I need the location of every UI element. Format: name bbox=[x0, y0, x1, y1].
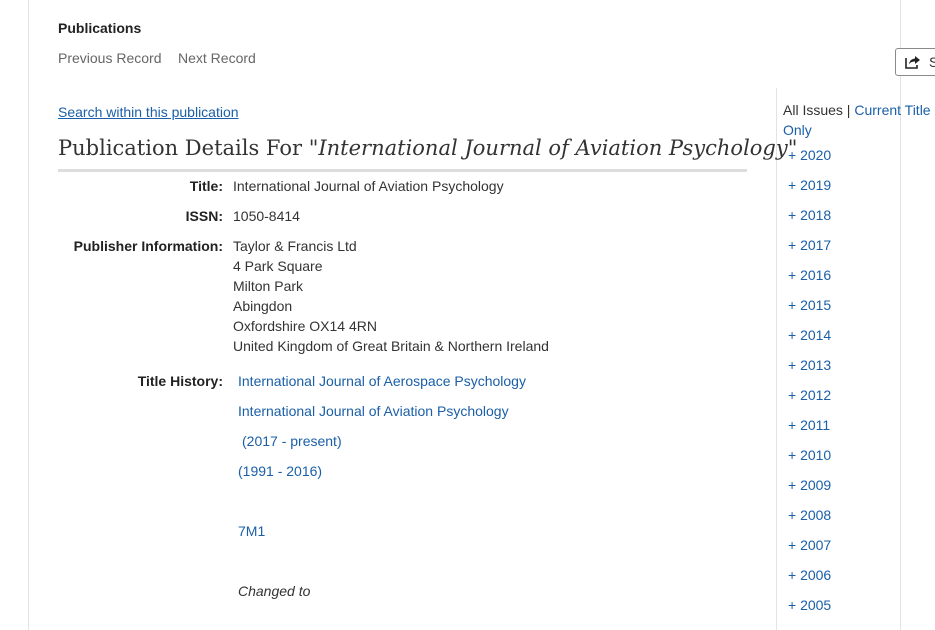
year-2017-expander[interactable]: + 2017 bbox=[788, 237, 831, 253]
page-title-journal: "International Journal of Aviation Psych… bbox=[308, 136, 798, 160]
title-history-link-aviation[interactable]: International Journal of Aviation Psycho… bbox=[238, 403, 509, 419]
year-2016-expander[interactable]: + 2016 bbox=[788, 267, 831, 283]
title-label: Title: bbox=[189, 178, 223, 194]
left-border bbox=[28, 0, 29, 630]
issn-label: ISSN: bbox=[185, 208, 223, 224]
publisher-line: Oxfordshire OX14 4RN bbox=[233, 318, 377, 334]
year-2019-expander[interactable]: + 2019 bbox=[788, 177, 831, 193]
issues-divider bbox=[776, 88, 777, 630]
section-title: Publications bbox=[58, 20, 142, 36]
title-history-changed-to: Changed to bbox=[238, 583, 311, 599]
title-value: International Journal of Aviation Psycho… bbox=[233, 178, 504, 194]
year-2008-expander[interactable]: + 2008 bbox=[788, 507, 831, 523]
page-title-prefix: Publication Details For bbox=[58, 136, 309, 160]
search-within-publication-link[interactable]: Search within this publication bbox=[58, 104, 239, 120]
next-record-link[interactable]: Next Record bbox=[178, 50, 256, 66]
year-2015-expander[interactable]: + 2015 bbox=[788, 297, 831, 313]
title-history-code[interactable]: 7M1 bbox=[238, 523, 265, 539]
page-title: Publication Details For "International J… bbox=[58, 136, 797, 160]
publisher-line: United Kingdom of Great Britain & Northe… bbox=[233, 338, 549, 354]
issues-separator: | bbox=[842, 102, 855, 118]
year-2007-expander[interactable]: + 2007 bbox=[788, 537, 831, 553]
issn-value: 1050-8414 bbox=[233, 208, 300, 224]
previous-record-link[interactable]: Previous Record bbox=[58, 50, 162, 66]
year-2012-expander[interactable]: + 2012 bbox=[788, 387, 831, 403]
right-border bbox=[900, 0, 901, 630]
share-button[interactable]: S bbox=[895, 48, 935, 76]
year-2020-expander[interactable]: + 2020 bbox=[788, 147, 831, 163]
year-2013-expander[interactable]: + 2013 bbox=[788, 357, 831, 373]
publisher-line: Taylor & Francis Ltd bbox=[233, 238, 357, 254]
publisher-label: Publisher Information: bbox=[73, 238, 223, 254]
year-2010-expander[interactable]: + 2010 bbox=[788, 447, 831, 463]
publisher-line: Abingdon bbox=[233, 298, 293, 314]
year-2009-expander[interactable]: + 2009 bbox=[788, 477, 831, 493]
publisher-line: Milton Park bbox=[233, 278, 304, 294]
share-label: S bbox=[929, 54, 935, 70]
title-history-range-past[interactable]: (1991 - 2016) bbox=[238, 463, 322, 479]
all-issues-label[interactable]: All Issues bbox=[783, 102, 843, 118]
year-2018-expander[interactable]: + 2018 bbox=[788, 207, 831, 223]
title-history-label: Title History: bbox=[137, 373, 223, 389]
title-history-link-aerospace[interactable]: International Journal of Aerospace Psych… bbox=[238, 373, 526, 389]
publisher-line: 4 Park Square bbox=[233, 258, 323, 274]
year-2014-expander[interactable]: + 2014 bbox=[788, 327, 831, 343]
year-2005-expander[interactable]: + 2005 bbox=[788, 597, 831, 613]
year-2011-expander[interactable]: + 2011 bbox=[788, 417, 830, 433]
title-history-range-present[interactable]: (2017 - present) bbox=[242, 433, 342, 449]
year-2006-expander[interactable]: + 2006 bbox=[788, 567, 831, 583]
title-underline bbox=[58, 169, 747, 172]
issues-filter: All Issues | Current Title Only bbox=[783, 100, 933, 140]
share-icon bbox=[905, 56, 920, 69]
